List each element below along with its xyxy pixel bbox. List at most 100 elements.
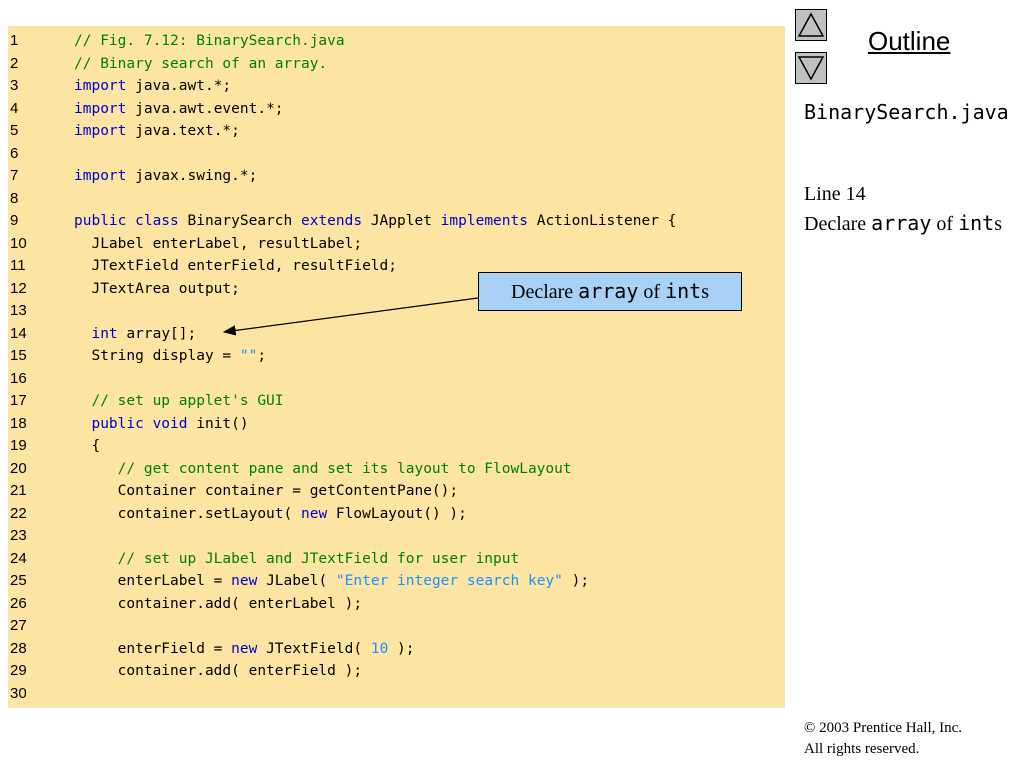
code-token-comment: // set up applet's GUI bbox=[74, 393, 284, 409]
code-token-plain: ActionListener { bbox=[527, 213, 677, 229]
code-token-plain: java.text.*; bbox=[126, 123, 240, 139]
line-number: 6 bbox=[10, 144, 19, 162]
code-line: 15 String display = ""; bbox=[8, 345, 785, 368]
code-token-plain: ; bbox=[257, 348, 267, 364]
code-token-keyword: new bbox=[231, 573, 258, 589]
code-token-keyword: public class bbox=[74, 213, 179, 229]
line-number: 29 bbox=[10, 662, 27, 679]
line-code: String display = ""; bbox=[74, 345, 266, 368]
code-line: 10 JLabel enterLabel, resultLabel; bbox=[8, 233, 785, 256]
line-number: 30 bbox=[10, 684, 27, 702]
line-number: 18 bbox=[10, 414, 27, 432]
code-token-keyword: extends bbox=[300, 213, 363, 229]
line-number: 25 bbox=[10, 572, 27, 589]
line-number: 2 bbox=[10, 54, 19, 72]
code-token-plain: String display = bbox=[74, 348, 240, 364]
code-token-plain: Container container = getContentPane(); bbox=[74, 483, 459, 499]
callout-prefix: Declare bbox=[511, 281, 579, 303]
line-code: JTextArea output; bbox=[74, 278, 240, 301]
code-line: 20 // get content pane and set its layou… bbox=[8, 458, 785, 481]
line-code: import java.text.*; bbox=[74, 120, 240, 143]
note-desc-code-array: array bbox=[871, 211, 932, 235]
code-token-keyword: new bbox=[300, 505, 328, 522]
line-code: import java.awt.event.*; bbox=[74, 98, 284, 121]
callout-code-array: array bbox=[578, 279, 639, 303]
line-code: JTextField enterField, resultField; bbox=[74, 255, 397, 278]
line-code: public class BinarySearch extends JApple… bbox=[74, 210, 676, 233]
line-number: 28 bbox=[10, 639, 27, 657]
line-code: container.add( enterLabel ); bbox=[74, 593, 362, 616]
code-line: 6 bbox=[8, 143, 785, 166]
copyright-notice: © 2003 Prentice Hall, Inc. All rights re… bbox=[804, 718, 962, 760]
code-token-comment: // Fig. 7.12: BinarySearch.java bbox=[74, 33, 345, 49]
code-token-plain: container.setLayout( bbox=[74, 505, 301, 522]
previous-slide-button[interactable] bbox=[795, 9, 827, 41]
code-token-plain: container.add( enterField ); bbox=[74, 663, 363, 679]
code-token-plain: container.add( enterLabel ); bbox=[74, 595, 363, 612]
code-line: 9 public class BinarySearch extends JAppl… bbox=[8, 210, 785, 233]
callout-code-int: int bbox=[665, 279, 702, 303]
code-line: 2 // Binary search of an array. bbox=[8, 53, 785, 76]
code-line: 7 import javax.swing.*; bbox=[8, 165, 785, 188]
next-slide-button[interactable] bbox=[795, 52, 827, 84]
callout-box: Declare array of ints bbox=[478, 272, 742, 311]
code-line: 3 import java.awt.*; bbox=[8, 75, 785, 98]
code-token-plain: java.awt.event.*; bbox=[126, 100, 284, 117]
code-token-keyword: int bbox=[91, 325, 118, 342]
code-token-plain: { bbox=[74, 438, 101, 454]
note-line-reference: Line 14 bbox=[804, 183, 866, 205]
code-token-keyword: implements bbox=[440, 213, 528, 229]
code-token-keyword: public void bbox=[91, 415, 188, 432]
line-code: container.setLayout( new FlowLayout() ); bbox=[74, 503, 467, 526]
code-line: 16 bbox=[8, 368, 785, 391]
line-number: 8 bbox=[10, 189, 19, 207]
line-code: JLabel enterLabel, resultLabel; bbox=[74, 233, 362, 256]
triangle-down-icon bbox=[797, 56, 825, 81]
line-number: 24 bbox=[10, 549, 27, 567]
line-number: 5 bbox=[10, 122, 19, 139]
line-number: 10 bbox=[10, 234, 27, 252]
line-code: enterField = new JTextField( 10 ); bbox=[74, 638, 415, 661]
code-line: 24 // set up JLabel and JTextField for u… bbox=[8, 548, 785, 571]
code-line: 22 container.setLayout( new FlowLayout()… bbox=[8, 503, 785, 526]
code-token-plain: ); bbox=[388, 640, 415, 657]
code-token-keyword: import bbox=[74, 123, 127, 139]
code-token-plain: JTextField( bbox=[257, 640, 371, 657]
line-number: 12 bbox=[10, 279, 27, 297]
code-line: 19 { bbox=[8, 435, 785, 458]
triangle-up-icon bbox=[797, 12, 825, 37]
code-line: 5 import java.text.*; bbox=[8, 120, 785, 143]
code-token-comment: // set up JLabel and JTextField for user… bbox=[74, 550, 520, 567]
line-code: Container container = getContentPane(); bbox=[74, 480, 458, 503]
line-number: 11 bbox=[10, 257, 26, 274]
code-token-keyword: import bbox=[74, 78, 127, 94]
code-token-comment: // Binary search of an array. bbox=[74, 55, 328, 72]
code-token-plain: java.awt.*; bbox=[126, 78, 232, 94]
code-token-plain: init() bbox=[187, 415, 249, 432]
code-listing-panel: 1 // Fig. 7.12: BinarySearch.java 2 // Bina… bbox=[8, 26, 785, 708]
code-token-plain: JTextField enterField, resultField; bbox=[74, 258, 398, 274]
callout-middle: of bbox=[638, 281, 666, 303]
line-number: 20 bbox=[10, 459, 27, 477]
code-line: 27 bbox=[8, 615, 785, 638]
line-number: 7 bbox=[10, 167, 19, 184]
line-code: // get content pane and set its layout t… bbox=[74, 458, 572, 481]
code-token-plain: enterField = bbox=[74, 640, 232, 657]
code-line: 26 container.add( enterLabel ); bbox=[8, 593, 785, 616]
line-code: { bbox=[74, 435, 100, 458]
file-title: BinarySearch.java bbox=[804, 100, 1009, 124]
line-code: // Binary search of an array. bbox=[74, 53, 327, 76]
code-line: 8 bbox=[8, 188, 785, 211]
copyright-line-1: © 2003 Prentice Hall, Inc. bbox=[804, 720, 963, 736]
code-token-plain: JTextArea output; bbox=[74, 280, 240, 297]
line-number: 27 bbox=[10, 617, 27, 634]
line-number: 9 bbox=[10, 212, 19, 229]
line-code: import javax.swing.*; bbox=[74, 165, 257, 188]
outline-link[interactable]: Outline bbox=[868, 26, 950, 57]
line-code: enterLabel = new JLabel( "Enter integer … bbox=[74, 570, 589, 593]
code-token-plain: javax.swing.*; bbox=[126, 168, 258, 184]
code-token-keyword: new bbox=[231, 640, 258, 657]
callout-suffix: s bbox=[701, 281, 709, 303]
